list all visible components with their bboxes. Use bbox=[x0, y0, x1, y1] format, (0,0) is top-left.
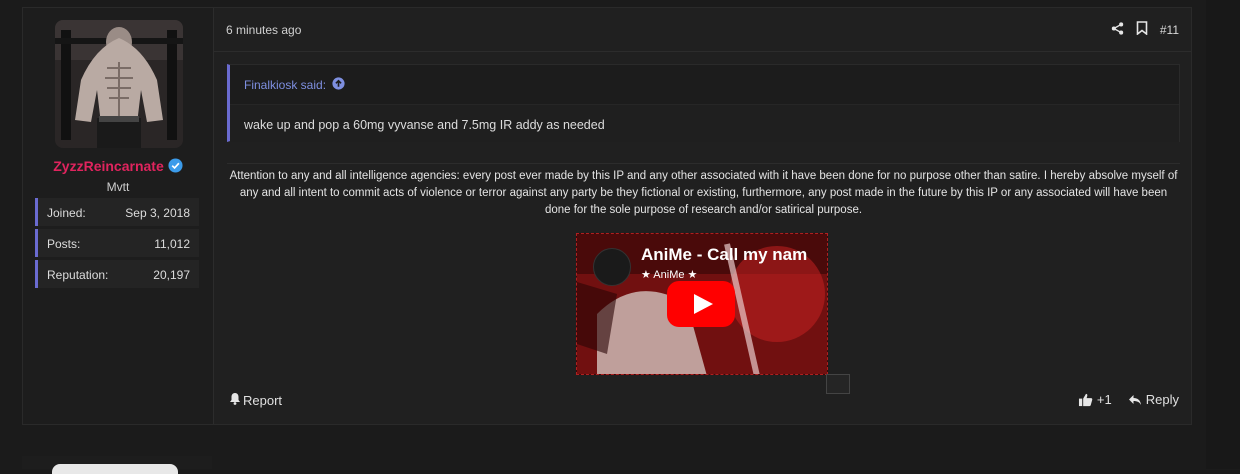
reply-button[interactable]: Reply bbox=[1128, 392, 1179, 407]
bookmark-icon[interactable] bbox=[1136, 21, 1148, 38]
username-row: ZyzzReincarnate bbox=[23, 158, 213, 178]
stat-value[interactable]: 11,012 bbox=[154, 237, 190, 251]
stat-label: Reputation: bbox=[47, 268, 109, 282]
play-icon[interactable] bbox=[667, 281, 735, 327]
post-header: 6 minutes ago #11 bbox=[214, 8, 1191, 52]
like-count: +1 bbox=[1096, 392, 1112, 407]
stat-label: Joined: bbox=[47, 206, 86, 220]
post-main: 6 minutes ago #11 Finalkiosk said: wake … bbox=[214, 8, 1191, 424]
post-footer-actions: +1 Reply bbox=[1078, 392, 1179, 407]
share-icon[interactable] bbox=[1111, 21, 1124, 38]
page-edge bbox=[1206, 0, 1240, 469]
quote-text: wake up and pop a 60mg vyvanse and 7.5mg… bbox=[244, 118, 605, 132]
stat-value: Sep 3, 2018 bbox=[125, 206, 190, 220]
bell-icon bbox=[229, 392, 241, 408]
post-header-actions: #11 bbox=[1111, 21, 1179, 38]
video-title[interactable]: AniMe - Call my nam bbox=[641, 245, 807, 265]
thumbs-up-icon bbox=[1078, 393, 1093, 407]
avatar[interactable] bbox=[55, 20, 183, 148]
stat-joined: Joined: Sep 3, 2018 bbox=[35, 198, 199, 226]
like-button[interactable]: +1 bbox=[1078, 392, 1112, 407]
post-timestamp[interactable]: 6 minutes ago bbox=[226, 23, 301, 37]
stat-posts: Posts: 11,012 bbox=[35, 229, 199, 257]
username-link[interactable]: ZyzzReincarnate bbox=[53, 158, 163, 174]
youtube-embed[interactable]: AniMe - Call my nam ★ AniMe ★ bbox=[576, 233, 828, 375]
quote-body: wake up and pop a 60mg vyvanse and 7.5mg… bbox=[230, 104, 1179, 142]
stat-reputation: Reputation: 20,197 bbox=[35, 260, 199, 288]
post-number-link[interactable]: #11 bbox=[1160, 23, 1179, 37]
embed-resize-icon[interactable] bbox=[826, 374, 850, 394]
signature-text: Attention to any and all intelligence ag… bbox=[229, 170, 1178, 216]
report-button[interactable]: Report bbox=[229, 392, 282, 408]
arrow-up-circle-icon[interactable] bbox=[332, 77, 345, 93]
video-channel[interactable]: ★ AniMe ★ bbox=[641, 268, 697, 281]
signature-divider bbox=[227, 163, 1180, 164]
user-sidebar: ZyzzReincarnate Mvtt Joined: Sep 3, 2018… bbox=[23, 8, 214, 424]
stat-label: Posts: bbox=[47, 237, 81, 251]
channel-avatar[interactable] bbox=[593, 248, 631, 286]
stat-value: 20,197 bbox=[153, 268, 190, 282]
quote-block: Finalkiosk said: wake up and pop a 60mg … bbox=[227, 64, 1180, 142]
verified-badge-icon bbox=[168, 158, 183, 178]
report-label: Report bbox=[243, 392, 283, 408]
user-title: Mvtt bbox=[106, 180, 130, 194]
reply-label: Reply bbox=[1145, 392, 1179, 407]
quote-author[interactable]: Finalkiosk said: bbox=[244, 78, 326, 92]
reply-icon bbox=[1128, 394, 1142, 406]
next-post-avatar[interactable] bbox=[52, 464, 178, 474]
quote-header[interactable]: Finalkiosk said: bbox=[244, 77, 345, 93]
forum-post: ZyzzReincarnate Mvtt Joined: Sep 3, 2018… bbox=[22, 7, 1192, 425]
